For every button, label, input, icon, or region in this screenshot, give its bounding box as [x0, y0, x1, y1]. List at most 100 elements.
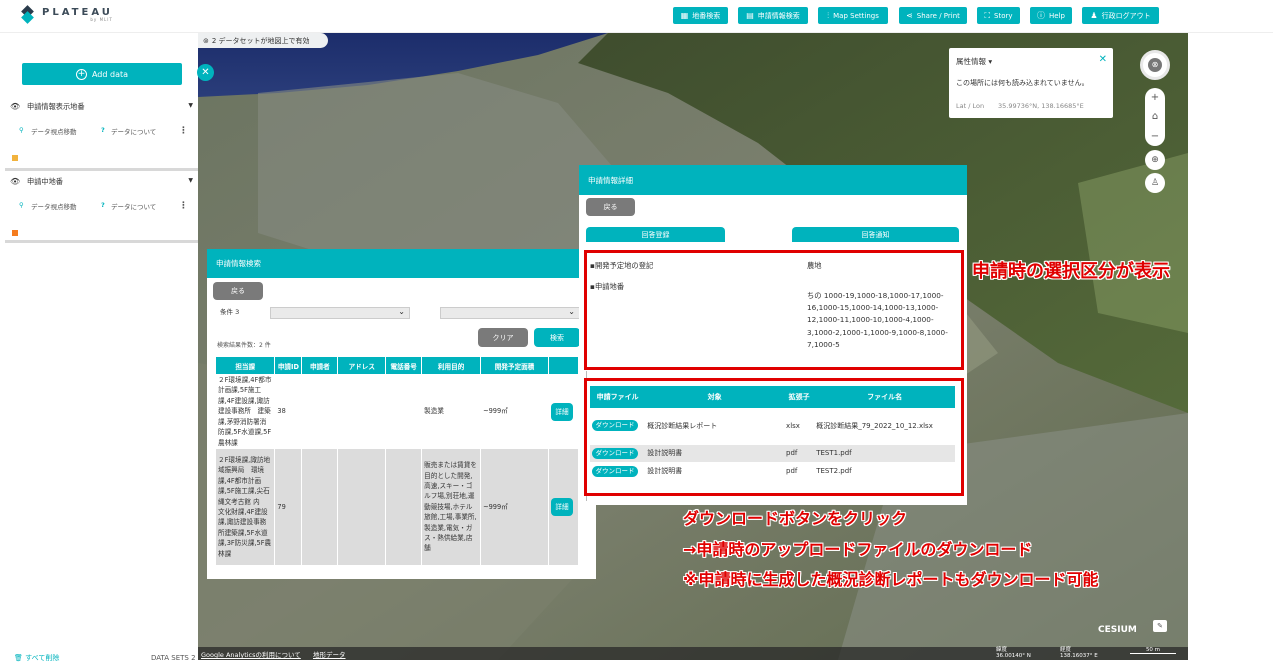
phone-cell	[385, 449, 423, 565]
layer-item: 👁 申請中地番 ▼ ⚲ データ視点移動 ? データについて ⋮	[5, 173, 198, 243]
feedback-icon[interactable]: ✎	[1153, 620, 1167, 632]
caret-down-icon[interactable]: ▼	[188, 177, 193, 184]
clear-button[interactable]: クリア	[478, 328, 528, 347]
location-icon: ⊕	[1151, 155, 1159, 165]
search-button[interactable]: 検索	[534, 328, 580, 347]
annotation-text: →申請時のアップロードファイルのダウンロード	[683, 540, 1033, 559]
latlon-value: 35.99736°N, 138.16685°E	[998, 102, 1084, 110]
share-print-button[interactable]: ⋖ Share / Print	[899, 7, 967, 24]
story-icon: ⛶	[984, 10, 991, 20]
datasets-count: DATA SETS 2	[151, 654, 196, 662]
reply-notice-button[interactable]: 回答通知	[792, 227, 959, 242]
back-button[interactable]: 戻る	[213, 282, 263, 300]
table-row: ２F環境課,4F都市計画課,5F施工課,4F建設課,諏訪建設事務所 建築課,茅野…	[216, 374, 580, 449]
plateau-logo[interactable]: PLATEAU by MLIT	[20, 5, 113, 24]
reply-register-button[interactable]: 回答登録	[586, 227, 725, 242]
annotation-text: ※申請時に生成した概況診断レポートもダウンロード可能	[683, 570, 1099, 589]
pin-icon: ⚲	[19, 126, 24, 134]
help-button[interactable]: ⓘ Help	[1030, 7, 1072, 24]
detail-button[interactable]: 詳細	[550, 402, 573, 421]
map-status-bar: Google Analyticsの利用について 地形データ 緯度 36.00140…	[198, 647, 1188, 660]
application-search-button[interactable]: ▤ 申請情報検索	[738, 7, 808, 24]
top-bar: PLATEAU by MLIT ▦ 地番検索 ▤ 申請情報検索 ⫶ Map Setti…	[0, 0, 1273, 33]
area-cell: ~999㎡	[480, 449, 549, 565]
add-data-button[interactable]: + Add data	[22, 63, 182, 85]
zoom-in-icon[interactable]: +	[1151, 92, 1159, 103]
results-table: 担当課 申請ID 申請者 アドレス 電話番号 利用目的 開発予定面積 ２F環境課…	[216, 357, 580, 565]
remove-all-button[interactable]: 🗑 すべて削除	[14, 653, 59, 663]
cesium-logo: CESIUM	[1098, 625, 1137, 635]
close-sidebar-button[interactable]: ✕	[197, 64, 214, 81]
question-icon: ?	[101, 201, 105, 209]
phone-cell	[385, 374, 423, 449]
ga-link[interactable]: Google Analyticsの利用について	[201, 649, 301, 659]
story-button[interactable]: ⛶ Story	[977, 7, 1020, 24]
terrain-link[interactable]: 地形データ	[313, 649, 346, 659]
share-icon: ⋖	[906, 11, 913, 20]
eye-icon[interactable]: 👁	[10, 102, 20, 111]
trash-icon: 🗑	[14, 654, 23, 662]
attribute-title[interactable]: 属性情報 ▾	[956, 56, 992, 67]
zoom-to-data-link[interactable]: データ視点移動	[31, 126, 77, 136]
admin-logout-button[interactable]: ♟ 行政ログアウト	[1082, 7, 1159, 24]
area-cell: ~999㎡	[480, 374, 549, 449]
pin-icon: ⚲	[19, 201, 24, 209]
condition-select-1[interactable]: ⌄	[270, 307, 410, 319]
id-cell: 79	[274, 449, 303, 565]
back-button[interactable]: 戻る	[586, 198, 635, 216]
column-header: アドレス	[337, 357, 387, 374]
street-view-button[interactable]: ♙	[1145, 173, 1165, 193]
chevron-down-icon: ⌄	[568, 307, 575, 316]
plus-icon: +	[75, 68, 87, 80]
more-menu-icon[interactable]: ⋮	[179, 126, 188, 136]
legend-swatch	[12, 155, 18, 161]
address-cell	[337, 449, 387, 565]
layer-title: 申請中地番	[27, 177, 63, 186]
caret-down-icon[interactable]: ▼	[188, 102, 193, 109]
about-data-link[interactable]: データについて	[111, 126, 156, 136]
applicant-cell	[301, 449, 339, 565]
legend-swatch	[12, 230, 18, 236]
detail-button[interactable]: 詳細	[550, 498, 573, 516]
compass-icon: ⊗	[1148, 58, 1162, 72]
close-icon: ✕	[201, 67, 210, 78]
compass[interactable]: ⊗	[1140, 50, 1170, 80]
condition-select-2[interactable]: ⌄	[440, 307, 580, 319]
home-icon[interactable]: ⌂	[1152, 111, 1158, 122]
zoom-out-icon[interactable]: −	[1151, 131, 1159, 142]
column-header: 申請ID	[274, 357, 303, 374]
datasets-on-map-badge: ⊚ 2 データセットが地図上で有効	[198, 33, 328, 48]
column-header: 利用目的	[421, 357, 482, 374]
eye-icon[interactable]: 👁	[10, 177, 20, 186]
question-icon: ?	[101, 126, 105, 134]
sliders-icon: ⫶	[827, 10, 830, 20]
zoom-to-data-link[interactable]: データ視点移動	[31, 201, 77, 211]
layer-title: 申請情報表示地番	[27, 102, 85, 111]
zoom-control: + ⌂ −	[1145, 88, 1165, 146]
layer-item: 👁 申請情報表示地番 ▼ ⚲ データ視点移動 ? データについて ⋮	[5, 98, 198, 171]
search-panel-title: 申請情報検索	[207, 249, 596, 278]
attribute-message: この場所には何も読み込まれていません。	[956, 79, 1089, 87]
scale-bar: 50 m	[1130, 647, 1176, 654]
id-cell: 38	[274, 374, 303, 449]
purpose-cell: 販売または賃貸を目的とした開発,高速,スキー・ゴルフ場,別荘地,運動競技場,ホテ…	[421, 449, 482, 565]
applicant-cell	[301, 374, 339, 449]
column-header: 電話番号	[385, 357, 423, 374]
more-menu-icon[interactable]: ⋮	[179, 201, 188, 211]
condition-label: 条件 3	[220, 308, 240, 316]
user-icon: ♟	[1090, 11, 1098, 20]
attribute-panel: 属性情報 ▾ ✕ この場所には何も読み込まれていません。 Lat / Lon 3…	[949, 48, 1113, 118]
help-icon: ⓘ	[1037, 11, 1046, 20]
latlon-label: Lat / Lon	[956, 102, 985, 110]
annotation-text: 申請時の選択区分が表示	[972, 261, 1170, 282]
dept-cell: ２F環境課,諏訪地域振興局 環境課,4F都市計画課,5F施工課,尖石縄文考古館 …	[216, 449, 276, 565]
about-data-link[interactable]: データについて	[111, 201, 156, 211]
logo-text: PLATEAU	[42, 7, 113, 18]
column-header: 申請者	[301, 357, 339, 374]
column-header: 開発予定面積	[480, 357, 549, 374]
my-location-button[interactable]: ⊕	[1145, 150, 1165, 170]
lot-search-button[interactable]: ▦ 地番検索	[673, 7, 728, 24]
map-settings-button[interactable]: ⫶ Map Settings	[818, 7, 888, 24]
caret-down-icon: ▾	[988, 57, 993, 66]
close-icon[interactable]: ✕	[1099, 54, 1107, 65]
